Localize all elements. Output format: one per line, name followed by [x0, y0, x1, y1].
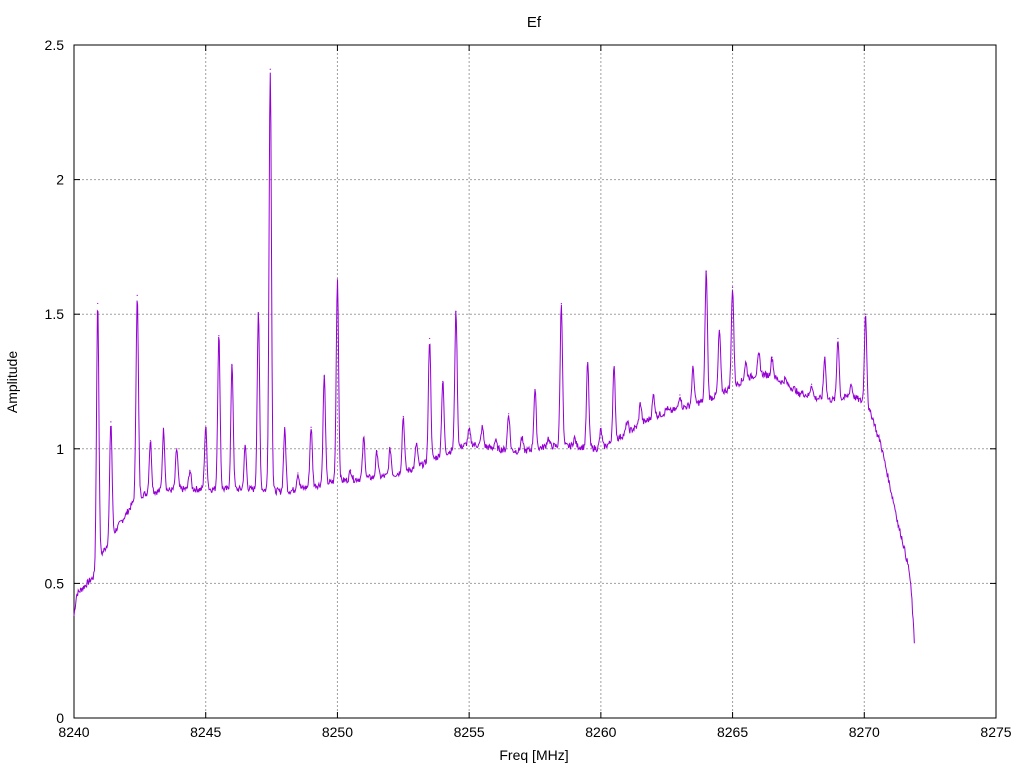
peak-point — [205, 426, 207, 428]
peak-point — [97, 302, 99, 305]
peak-point — [336, 278, 339, 280]
peak-point — [705, 270, 707, 272]
peak-point — [455, 310, 457, 313]
peak-point — [310, 426, 312, 428]
series-line — [73, 72, 915, 644]
peak-point — [652, 394, 655, 396]
y-tick-labels: 0 0.5 1 1.5 2 2.5 — [45, 37, 65, 726]
peak-point — [521, 437, 523, 439]
peak-point — [481, 426, 483, 428]
peak-point — [897, 526, 900, 528]
peak-point — [136, 294, 138, 296]
spectrum-chart: Ef 8240 8245 8250 8255 8260 8265 8270 8275 0 0.5… — [4, 14, 1012, 763]
peak-point — [363, 437, 365, 439]
x-tick-label: 8255 — [454, 724, 485, 740]
peak-point — [679, 394, 681, 396]
peak-point — [257, 313, 259, 315]
y-tick-label: 0.5 — [45, 575, 65, 591]
peak-point — [402, 415, 404, 418]
peak-point — [415, 442, 418, 445]
peak-point — [534, 388, 536, 391]
peak-point — [639, 402, 641, 404]
peak-point — [244, 445, 246, 447]
x-tick-label: 8265 — [717, 724, 748, 740]
grid-lines — [74, 45, 996, 718]
peak-point — [162, 429, 165, 431]
peak-point — [600, 429, 602, 431]
x-tick-label: 8250 — [322, 724, 353, 740]
x-tick-label: 8260 — [585, 724, 616, 740]
peak-point — [494, 440, 497, 442]
peak-point — [442, 380, 444, 383]
peak-point — [110, 421, 112, 423]
peak-point — [560, 302, 562, 305]
x-tick-label: 8240 — [58, 724, 89, 740]
peak-point — [231, 364, 233, 366]
peak-point — [865, 313, 867, 315]
x-tick-label: 8275 — [980, 724, 1011, 740]
y-tick-label: 0 — [56, 710, 64, 726]
y-tick-label: 1 — [56, 441, 64, 457]
peak-point — [850, 383, 852, 385]
peak-point — [176, 448, 178, 450]
peak-point — [626, 421, 628, 423]
y-axis-label: Amplitude — [4, 351, 20, 413]
peak-points — [97, 68, 900, 528]
peak-point — [269, 68, 271, 70]
peak-point — [613, 367, 615, 369]
peak-point — [323, 375, 325, 377]
peak-point — [468, 429, 470, 431]
peak-point — [547, 437, 549, 439]
y-tick-label: 2 — [56, 172, 64, 188]
plot-frame — [73, 44, 997, 719]
peak-point — [350, 469, 352, 471]
peak-point — [297, 472, 299, 474]
peak-point — [189, 469, 191, 471]
peak-point — [837, 337, 839, 340]
y-tick-label: 1.5 — [45, 306, 65, 322]
peak-point — [389, 448, 391, 450]
peak-point — [149, 440, 151, 442]
peak-point — [797, 394, 800, 396]
peak-point — [745, 362, 747, 364]
peak-point — [784, 378, 786, 380]
peak-point — [666, 407, 668, 410]
peak-point — [284, 429, 286, 431]
peak-point — [876, 434, 879, 436]
peak-point — [573, 437, 576, 439]
x-tick-label: 8270 — [849, 724, 880, 740]
peak-point — [218, 335, 220, 337]
x-axis-label: Freq [MHz] — [499, 747, 568, 763]
peak-point — [731, 286, 734, 288]
peak-point — [376, 450, 378, 453]
chart-title: Ef — [527, 14, 542, 31]
y-tick-label: 2.5 — [45, 37, 65, 53]
peak-point — [508, 413, 510, 415]
x-tick-label: 8245 — [190, 724, 221, 740]
peak-point — [771, 356, 773, 358]
peak-point — [429, 337, 431, 340]
peak-point — [824, 356, 826, 358]
peak-point — [758, 353, 760, 356]
peak-point — [692, 367, 694, 369]
peak-point — [718, 329, 721, 331]
peak-point — [587, 362, 589, 364]
peak-point — [811, 383, 813, 385]
x-tick-labels: 8240 8245 8250 8255 8260 8265 8270 8275 — [58, 724, 1011, 740]
axis-ticks — [73, 44, 997, 719]
